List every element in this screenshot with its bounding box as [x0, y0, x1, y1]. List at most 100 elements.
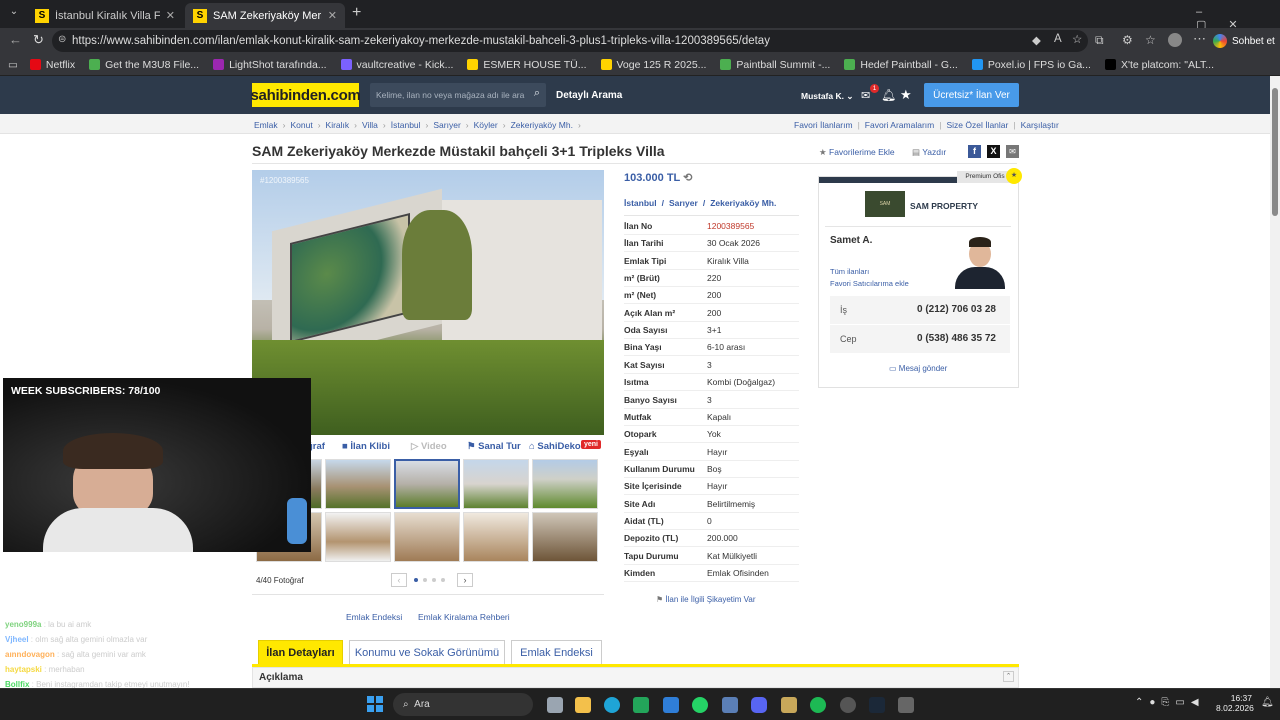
- app-icon[interactable]: [781, 697, 797, 713]
- location-link[interactable]: İstanbul: [624, 198, 657, 208]
- add-favorite-link[interactable]: ★ Favorilerime Ekle: [819, 147, 895, 158]
- start-windows-icon[interactable]: [367, 696, 383, 712]
- breadcrumb-item[interactable]: İstanbul: [391, 120, 421, 130]
- notifications-icon[interactable]: 🔔︎: [1261, 697, 1274, 708]
- rental-guide-link[interactable]: Emlak Kiralama Rehberi: [418, 612, 510, 622]
- edge-icon[interactable]: [604, 697, 620, 713]
- whatsapp-icon[interactable]: [692, 697, 708, 713]
- favorite-star-icon[interactable]: ☆: [1072, 32, 1082, 46]
- location-link[interactable]: Sarıyer: [669, 198, 698, 208]
- all-ads-link[interactable]: Tüm ilanları: [830, 267, 869, 276]
- steam-icon[interactable]: [869, 697, 885, 713]
- header-quick-link[interactable]: Favori Aramalarım: [865, 120, 934, 130]
- copilot-button[interactable]: Sohbet et: [1213, 31, 1275, 51]
- site-info-icon[interactable]: ⊜: [58, 34, 66, 45]
- obs-icon[interactable]: [840, 697, 856, 713]
- calculator-icon[interactable]: [898, 697, 914, 713]
- app-icon[interactable]: [722, 697, 738, 713]
- tab-ad-details[interactable]: İlan Detayları: [258, 640, 343, 664]
- photo-thumbnail[interactable]: [463, 459, 529, 509]
- detailed-search-link[interactable]: Detaylı Arama: [556, 90, 622, 101]
- search-icon[interactable]: ⌕: [534, 87, 540, 100]
- collapse-icon[interactable]: ⌃: [1003, 671, 1014, 682]
- bookmark-item[interactable]: vaultcreative - Kick...: [340, 59, 453, 71]
- task-view-icon[interactable]: [547, 697, 563, 713]
- bookmark-item[interactable]: X'te platcom: "ALT...: [1104, 59, 1214, 71]
- bookmark-item[interactable]: Hedef Paintball - G...: [844, 59, 958, 71]
- next-photos-button[interactable]: ›: [457, 573, 473, 587]
- bookmark-item[interactable]: Netflix: [29, 59, 75, 71]
- new-tab-button[interactable]: +: [352, 4, 361, 22]
- pager-dot[interactable]: [432, 578, 436, 582]
- sahideko-tab[interactable]: ⌂ SahiDeko: [529, 441, 581, 452]
- tag-icon[interactable]: ◆: [1032, 33, 1041, 47]
- reload-icon[interactable]: ↻: [33, 32, 44, 48]
- page-scrollbar[interactable]: [1270, 76, 1280, 688]
- pager-dot-active[interactable]: [414, 578, 418, 582]
- tab-list-icon[interactable]: ⌄: [6, 6, 22, 22]
- back-icon[interactable]: ←: [9, 32, 22, 47]
- bookmark-item[interactable]: Paintball Summit -...: [720, 59, 830, 71]
- email-share-icon[interactable]: ✉: [1006, 145, 1019, 158]
- tab-1[interactable]: S İstanbul Kiralık Villa Fiyatları sahib…: [27, 3, 183, 28]
- emlak-endeksi-link[interactable]: Emlak Endeksi: [346, 612, 402, 622]
- photo-thumbnail-selected[interactable]: [394, 459, 460, 509]
- photo-thumbnail[interactable]: [325, 512, 391, 562]
- bell-icon[interactable]: 🔔︎: [881, 88, 896, 102]
- pager-dot[interactable]: [441, 578, 445, 582]
- photo-thumbnail[interactable]: [325, 459, 391, 509]
- bookmark-item[interactable]: Poxel.io | FPS io Ga...: [971, 59, 1091, 71]
- photo-thumbnail[interactable]: [463, 512, 529, 562]
- add-seller-favorite-link[interactable]: Favori Satıcılarıma ekle: [830, 279, 909, 288]
- close-icon[interactable]: ✕: [160, 9, 175, 22]
- photo-thumbnail[interactable]: [532, 459, 598, 509]
- post-ad-button[interactable]: Ücretsiz* İlan Ver: [924, 83, 1019, 107]
- tab-emlak-endeksi[interactable]: Emlak Endeksi: [511, 640, 602, 664]
- bookmark-item[interactable]: Voge 125 R 2025...: [600, 59, 706, 71]
- print-link[interactable]: ▤ Yazdır: [912, 147, 946, 158]
- profile-avatar[interactable]: [1168, 33, 1182, 47]
- photo-thumbnail[interactable]: [394, 512, 460, 562]
- breadcrumb-item[interactable]: Villa: [362, 120, 378, 130]
- messages-icon[interactable]: ✉: [861, 89, 870, 102]
- report-link[interactable]: ⚑ İlan ile İlgili Şikayetim Var: [656, 595, 756, 604]
- extensions-icon[interactable]: ⧉: [1095, 33, 1104, 48]
- prev-photos-button[interactable]: ‹: [391, 573, 407, 587]
- outlook-icon[interactable]: [663, 697, 679, 713]
- header-quick-link[interactable]: Size Özel İlanlar: [946, 120, 1008, 130]
- collections-icon[interactable]: ☆: [1145, 33, 1156, 47]
- pager-dot[interactable]: [423, 578, 427, 582]
- bookmark-item[interactable]: LightShot tarafında...: [213, 59, 327, 71]
- header-quick-link[interactable]: Favori İlanlarım: [794, 120, 853, 130]
- more-icon[interactable]: ⋯: [1193, 31, 1206, 47]
- user-menu[interactable]: Mustafa K. ⌄: [801, 91, 853, 102]
- breadcrumb-item[interactable]: Sarıyer: [433, 120, 460, 130]
- x-share-icon[interactable]: X: [987, 145, 1000, 158]
- ad-clip-tab[interactable]: ■ İlan Klibi: [342, 441, 390, 452]
- bookmark-item[interactable]: ESMER HOUSE TÜ...: [467, 59, 587, 71]
- facebook-share-icon[interactable]: f: [968, 145, 981, 158]
- taskbar-search[interactable]: ⌕ Ara: [393, 693, 533, 716]
- file-explorer-icon[interactable]: [575, 697, 591, 713]
- breadcrumb-item[interactable]: Zekeriyaköy Mh.: [511, 120, 573, 130]
- price-history-icon[interactable]: ⟲: [683, 172, 692, 184]
- office-logo[interactable]: SAM: [865, 191, 905, 217]
- breadcrumb-item[interactable]: Kiralık: [326, 120, 350, 130]
- site-logo[interactable]: sahibinden.com: [251, 83, 361, 107]
- store-icon[interactable]: [633, 697, 649, 713]
- phone-work-number[interactable]: 0 (212) 706 03 28: [917, 304, 996, 315]
- favorites-star-icon[interactable]: ★: [900, 87, 912, 103]
- close-icon[interactable]: ✕: [322, 9, 337, 22]
- breadcrumb-item[interactable]: Konut: [290, 120, 312, 130]
- system-tray-icons[interactable]: ⌃●⎘▭◀: [1135, 697, 1205, 708]
- tab-location-street-view[interactable]: Konumu ve Sokak Görünümü: [349, 640, 505, 664]
- phone-mobile-number[interactable]: 0 (538) 486 35 72: [917, 333, 996, 344]
- read-aloud-icon[interactable]: A: [1054, 33, 1062, 45]
- reading-list-icon[interactable]: ▭: [8, 59, 18, 71]
- tab-2[interactable]: S SAM Zekeriyaköy Merkezde Müstakil ✕: [185, 3, 345, 28]
- discord-icon[interactable]: [751, 697, 767, 713]
- header-quick-link[interactable]: Karşılaştır: [1021, 120, 1059, 130]
- breadcrumb-item[interactable]: Emlak: [254, 120, 278, 130]
- split-icon[interactable]: ⚙: [1122, 33, 1133, 47]
- clock[interactable]: 16:37 8.02.2026: [1216, 693, 1254, 713]
